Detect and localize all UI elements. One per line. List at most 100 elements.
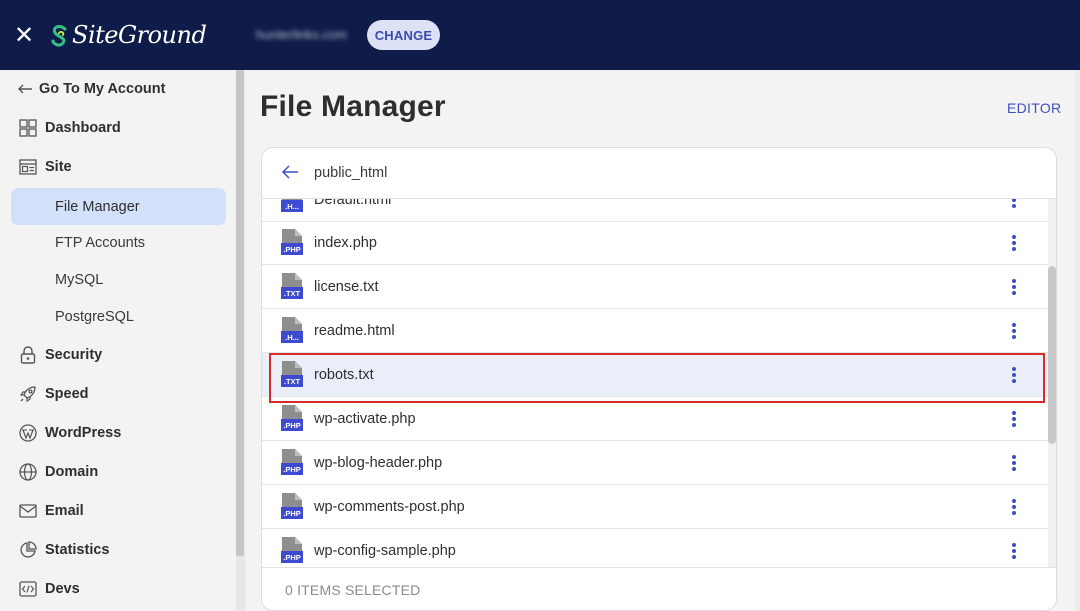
brand-name: SiteGround: [72, 21, 207, 49]
file-name: Default.html: [314, 199, 392, 208]
file-type-label: .PHP: [283, 465, 301, 474]
more-options-icon[interactable]: [1009, 365, 1019, 385]
file-row[interactable]: .TXT license.txt: [262, 265, 1048, 309]
siteground-swirl-icon: [51, 25, 67, 47]
file-type-label: .PHP: [283, 509, 301, 518]
file-type-label: .TXT: [284, 289, 301, 298]
file-row[interactable]: .H... Default.html: [262, 199, 1048, 222]
editor-link[interactable]: EDITOR: [1007, 100, 1061, 116]
file-type-label: .PHP: [283, 421, 301, 430]
file-type-label: .TXT: [284, 377, 301, 386]
file-row[interactable]: .PHP index.php: [262, 221, 1048, 265]
site-domain: hunterlinks.com: [256, 27, 348, 42]
sidebar-item-dashboard[interactable]: Dashboard: [0, 110, 236, 146]
lock-icon: [18, 345, 38, 365]
file-name: index.php: [314, 234, 377, 251]
back-arrow-icon[interactable]: [279, 161, 301, 183]
file-list: .H... Default.html .PHP index.php .TXT licens…: [262, 199, 1048, 567]
file-row[interactable]: .TXT robots.txt: [262, 353, 1048, 397]
file-row[interactable]: .PHP wp-config-sample.php: [262, 529, 1048, 567]
sidebar-item-ftp-accounts[interactable]: FTP Accounts: [0, 225, 236, 261]
more-options-icon[interactable]: [1009, 453, 1019, 473]
sidebar-item-label: File Manager: [55, 198, 140, 215]
go-to-account-link[interactable]: Go To My Account: [0, 71, 236, 107]
more-options-icon[interactable]: [1009, 541, 1019, 561]
path-header: public_html: [262, 148, 1056, 199]
sidebar-item-postgresql[interactable]: PostgreSQL: [0, 299, 236, 335]
file-name: wp-comments-post.php: [314, 498, 465, 515]
sidebar-item-label: WordPress: [45, 425, 122, 441]
sidebar-item-label: PostgreSQL: [55, 309, 134, 325]
arrow-left-icon: [18, 84, 32, 94]
change-site-button[interactable]: CHANGE: [367, 20, 440, 50]
envelope-icon: [18, 501, 38, 521]
file-icon: .PHP: [281, 449, 303, 475]
file-row[interactable]: .PHP wp-activate.php: [262, 397, 1048, 441]
sidebar-item-statistics[interactable]: Statistics: [0, 532, 236, 568]
sidebar-item-mysql[interactable]: MySQL: [0, 262, 236, 298]
more-options-icon[interactable]: [1009, 277, 1019, 297]
file-icon: .H...: [281, 317, 303, 343]
go-to-account-label: Go To My Account: [39, 81, 166, 97]
sidebar-item-label: MySQL: [55, 272, 104, 288]
sidebar-item-label: Statistics: [45, 542, 110, 558]
file-icon: .PHP: [281, 229, 303, 255]
file-row[interactable]: .PHP wp-blog-header.php: [262, 441, 1048, 485]
sidebar-item-label: Domain: [45, 464, 99, 480]
file-name: wp-blog-header.php: [314, 454, 443, 471]
sidebar-item-label: Security: [45, 347, 103, 363]
more-options-icon[interactable]: [1009, 233, 1019, 253]
file-row[interactable]: .PHP wp-comments-post.php: [262, 485, 1048, 529]
file-type-label: .PHP: [283, 553, 301, 562]
sidebar-item-devs[interactable]: Devs: [0, 571, 236, 607]
window-edge: [1075, 70, 1080, 611]
file-name: wp-config-sample.php: [314, 542, 456, 559]
file-name: robots.txt: [314, 366, 374, 383]
sidebar-scrollbar-thumb[interactable]: [236, 70, 244, 556]
siteground-logo: SiteGround: [50, 19, 207, 51]
file-name: wp-activate.php: [314, 410, 416, 427]
sidebar-item-domain[interactable]: Domain: [0, 454, 236, 490]
sidebar-item-label: Email: [45, 503, 84, 519]
globe-icon: [18, 462, 38, 482]
sidebar-item-label: Speed: [45, 386, 89, 402]
file-icon: .TXT: [281, 361, 303, 387]
file-name: license.txt: [314, 278, 379, 295]
file-icon: .PHP: [281, 537, 303, 563]
sidebar-item-wordpress[interactable]: WordPress: [0, 415, 236, 451]
more-options-icon[interactable]: [1009, 199, 1019, 210]
sidebar: Go To My Account Dashboard Site File Man…: [0, 70, 236, 611]
file-icon: .H...: [281, 199, 303, 212]
file-icon: .PHP: [281, 493, 303, 519]
file-manager-panel: public_html .H... Default.html .PHP index.p…: [261, 147, 1057, 611]
items-selected-count: 0 ITEMS SELECTED: [285, 582, 421, 598]
file-list-scrollbar-thumb[interactable]: [1048, 266, 1056, 444]
wordpress-icon: [18, 423, 38, 443]
sidebar-item-site[interactable]: Site: [0, 149, 236, 185]
file-icon: .TXT: [281, 273, 303, 299]
sidebar-item-label: Site: [45, 159, 72, 175]
more-options-icon[interactable]: [1009, 321, 1019, 341]
more-options-icon[interactable]: [1009, 497, 1019, 517]
grid-icon: [18, 118, 38, 138]
sidebar-item-email[interactable]: Email: [0, 493, 236, 529]
current-path: public_html: [314, 165, 388, 181]
sidebar-item-label: Dashboard: [45, 120, 121, 136]
sidebar-item-speed[interactable]: Speed: [0, 376, 236, 412]
sidebar-item-label: Devs: [45, 581, 80, 597]
pie-chart-icon: [18, 540, 38, 560]
file-icon: .PHP: [281, 405, 303, 431]
sidebar-item-label: FTP Accounts: [55, 235, 145, 251]
file-row[interactable]: .H... readme.html: [262, 309, 1048, 353]
selection-footer: 0 ITEMS SELECTED: [262, 567, 1056, 610]
file-type-label: .PHP: [283, 245, 301, 254]
more-options-icon[interactable]: [1009, 409, 1019, 429]
sidebar-item-file-manager[interactable]: File Manager: [11, 188, 226, 225]
top-bar: ✕ SiteGround hunterlinks.com CHANGE: [0, 0, 1080, 70]
site-icon: [18, 157, 38, 177]
code-icon: [18, 579, 38, 599]
file-type-label: .H...: [285, 333, 299, 342]
close-icon[interactable]: ✕: [13, 23, 35, 47]
file-name: readme.html: [314, 322, 395, 339]
sidebar-item-security[interactable]: Security: [0, 337, 236, 373]
